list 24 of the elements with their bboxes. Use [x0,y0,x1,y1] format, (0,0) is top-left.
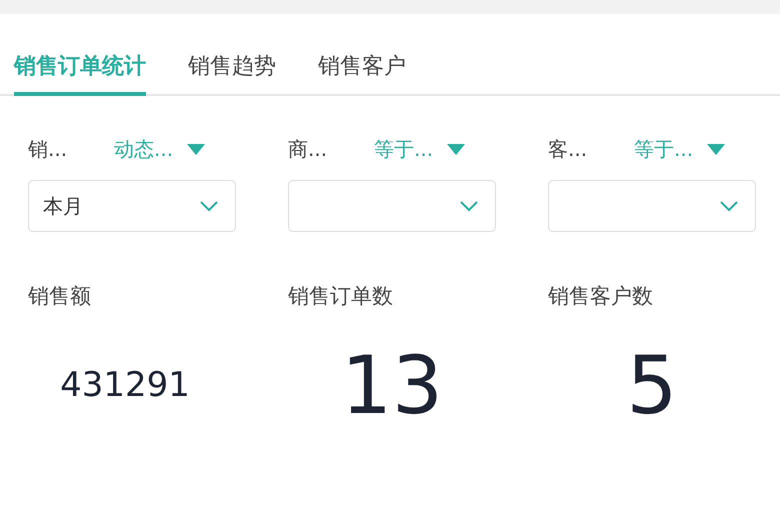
tab[interactable]: 销售订单统计 [14,14,146,96]
metric-value: 13 [341,338,443,432]
filter-label: 客... [548,136,588,162]
metric-label: 销售客户数 [548,284,653,308]
chevron-down-icon [459,200,479,212]
caret-icon [187,144,206,154]
caret-icon [707,144,726,154]
tab[interactable]: 销售客户 [318,14,406,96]
metric-label: 销售额 [28,284,91,308]
metric-value: 431291 [60,365,190,405]
chevron-down-icon [199,200,219,212]
metric-value: 5 [626,338,678,432]
metric-label: 销售订单数 [288,284,393,308]
select-field[interactable]: 本月 [28,180,236,232]
select-field[interactable] [548,180,756,232]
select-field[interactable] [288,180,496,232]
operator-dropdown[interactable]: 动态... [114,136,206,162]
filter-label: 商... [288,136,328,162]
tab[interactable]: 销售趋势 [188,14,276,96]
operator-dropdown[interactable]: 等于... [374,136,466,162]
chevron-down-icon [719,200,739,212]
operator-dropdown[interactable]: 等于... [634,136,726,162]
filter-label: 销... [28,136,68,162]
caret-icon [447,144,466,154]
